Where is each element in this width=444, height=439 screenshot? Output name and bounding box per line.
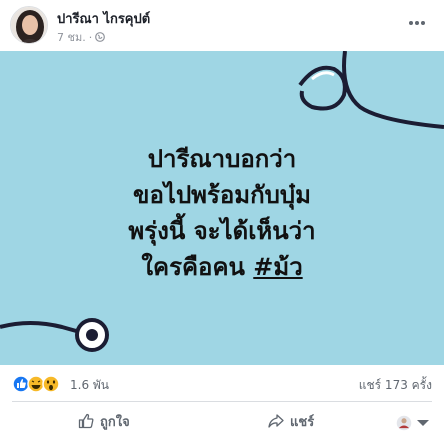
reaction-icons[interactable]	[12, 375, 64, 393]
share-arrow-icon	[268, 414, 284, 428]
post-stats: 1.6 พัน แชร์ 173 ครั้ง	[0, 370, 444, 398]
divider	[12, 401, 432, 402]
reaction-audience-selector[interactable]	[396, 410, 431, 436]
caption-line: ปารีณาบอกว่า	[147, 145, 297, 173]
like-reaction-icon	[12, 375, 30, 393]
share-button[interactable]: แชร์	[268, 408, 314, 434]
post-image[interactable]: ปารีณาบอกว่า ขอไปพร้อมกับบุ๋ม พรุ่งนี้ จ…	[0, 51, 444, 365]
caption-line: ขอไปพร้อมกับบุ๋ม	[133, 181, 311, 209]
post-meta: 7 ชม. ·	[57, 28, 106, 46]
hashtag-link[interactable]: #ม้ว	[253, 253, 302, 281]
share-count[interactable]: แชร์ 173 ครั้ง	[359, 376, 432, 395]
more-options-button[interactable]	[404, 12, 430, 34]
share-label: แชร์	[290, 414, 315, 430]
thumbs-up-icon	[78, 413, 94, 429]
reaction-count[interactable]: 1.6 พัน	[70, 376, 109, 395]
haha-reaction-icon	[27, 375, 45, 393]
action-bar: ถูกใจ แชร์	[0, 404, 444, 438]
separator: ·	[88, 30, 93, 44]
avatar[interactable]	[10, 6, 48, 44]
like-button[interactable]: ถูกใจ	[78, 408, 130, 434]
caption-line-text: ใครคือคน	[141, 253, 254, 281]
caption-line: พรุ่งนี้ จะได้เห็นว่า	[128, 217, 316, 245]
wow-reaction-icon	[42, 375, 60, 393]
caption-line-with-hashtag: ใครคือคน #ม้ว	[0, 249, 444, 285]
like-label: ถูกใจ	[100, 414, 130, 430]
image-caption: ปารีณาบอกว่า ขอไปพร้อมกับบุ๋ม พรุ่งนี้ จ…	[0, 141, 444, 285]
chevron-down-icon	[417, 420, 429, 426]
post-header: ปารีณา ไกรคุปต์ 7 ชม. ·	[0, 0, 444, 50]
author-name[interactable]: ปารีณา ไกรคุปต์	[57, 8, 150, 29]
ellipsis-icon	[409, 21, 425, 25]
page-avatar-icon	[396, 415, 412, 431]
globe-icon[interactable]	[95, 32, 106, 42]
timestamp[interactable]: 7 ชม.	[57, 28, 86, 46]
